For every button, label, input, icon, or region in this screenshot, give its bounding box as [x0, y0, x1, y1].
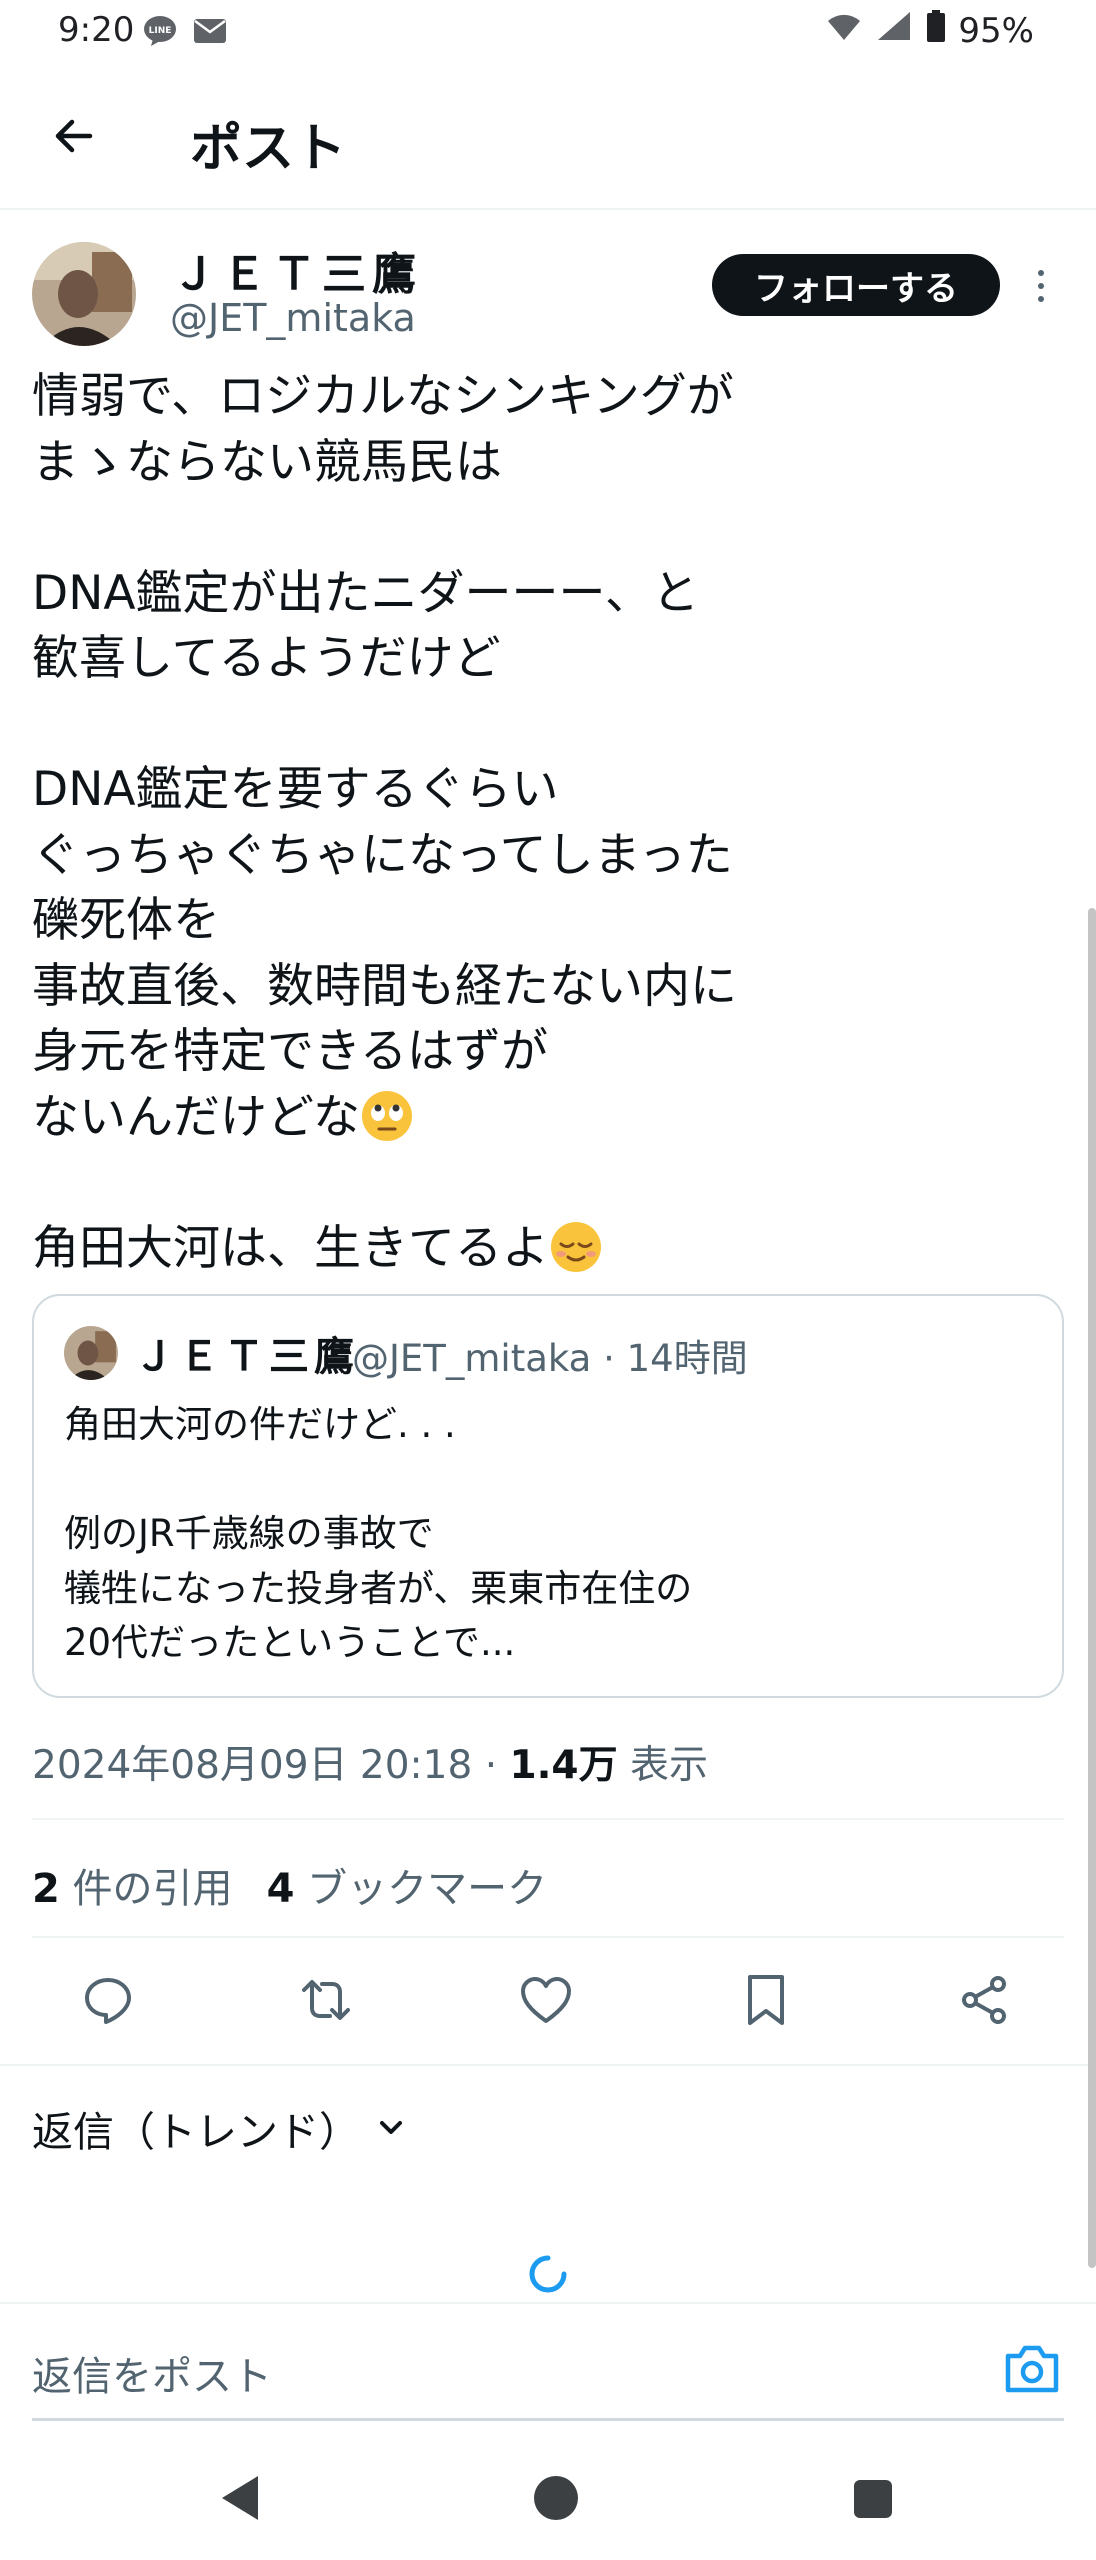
share-icon: [962, 1976, 1006, 2024]
divider: [0, 2064, 1096, 2066]
nav-back-icon[interactable]: [216, 2472, 264, 2524]
quote-handle-time: @JET_mitaka · 14時間: [352, 1337, 748, 1380]
nav-recents-icon[interactable]: [854, 2480, 892, 2518]
quoted-post[interactable]: ＪＥＴ三鷹 @JET_mitaka · 14時間 角田大河の件だけど. . . …: [32, 1294, 1064, 1698]
reply-button[interactable]: [78, 1970, 138, 2030]
author-display-name[interactable]: ＪＥＴ三鷹: [172, 238, 422, 302]
battery-percent: 95%: [958, 10, 1034, 51]
status-bar: 9:20 LINE 95%: [0, 0, 1096, 66]
like-icon: [521, 1977, 571, 2023]
views-label: 表示: [617, 1743, 708, 1788]
reply-sort-label: 返信（トレンド）: [32, 2108, 360, 2156]
reply-icon: [85, 1978, 131, 2024]
page-title: ポスト: [190, 119, 347, 179]
scrollbar[interactable]: [1088, 908, 1096, 2268]
post-text-tail: 角田大河は、生きてるよ: [32, 1220, 549, 1276]
face-with-rolling-eyes-emoji: [362, 1090, 413, 1141]
quote-avatar: [64, 1326, 118, 1380]
nav-home-icon[interactable]: [534, 2476, 578, 2520]
share-button[interactable]: [954, 1970, 1014, 2030]
battery-icon: [926, 10, 946, 51]
like-button[interactable]: [516, 1970, 576, 2030]
quote-text: 角田大河の件だけど. . . 例のJR千歳線の事故で 犠牲になった投身者が、栗東…: [64, 1403, 693, 1664]
line-notification-icon: LINE: [142, 14, 178, 48]
follow-button[interactable]: フォローする: [712, 254, 1000, 316]
arrow-left-icon: [55, 119, 93, 153]
top-app-bar: ポスト: [0, 66, 1096, 210]
post-timestamp: 2024年08月09日 20:18 ·: [32, 1743, 510, 1788]
author-handle[interactable]: @JET_mitaka: [170, 296, 416, 340]
post-text-main: 情弱で、ロジカルなシンキングが まゝならない競馬民は DNA鑑定が出たニダーーー…: [32, 369, 737, 1145]
wifi-icon: [826, 11, 862, 51]
signal-icon: [874, 10, 914, 51]
repost-button[interactable]: [296, 1970, 356, 2030]
divider: [32, 1936, 1064, 1938]
reply-input-underline: [32, 2418, 1064, 2421]
post-timestamp-views: 2024年08月09日 20:18 · 1.4万 表示: [32, 1734, 708, 1790]
quotes-stat[interactable]: 2 件の引用: [32, 1856, 233, 1914]
repost-icon: [302, 1980, 350, 2020]
divider: [0, 2302, 1096, 2304]
bookmarks-stat[interactable]: 4 ブックマーク: [267, 1856, 548, 1914]
relieved-face-emoji: [551, 1221, 601, 1272]
engagement-stats: 2 件の引用 4 ブックマーク: [32, 1856, 547, 1914]
post-body: 情弱で、ロジカルなシンキングが まゝならない競馬民は DNA鑑定が出たニダーーー…: [32, 364, 1032, 1281]
camera-icon[interactable]: [1002, 2340, 1062, 2396]
reply-input[interactable]: 返信をポスト: [32, 2344, 272, 2402]
bookmark-icon: [748, 1975, 784, 2025]
svg-text:LINE: LINE: [149, 26, 172, 36]
quote-display-name: ＪＥＴ三鷹: [134, 1334, 359, 1380]
more-options-button[interactable]: [1026, 258, 1056, 314]
divider: [32, 1818, 1064, 1820]
avatar[interactable]: [32, 242, 136, 346]
loading-spinner-icon: [529, 2255, 567, 2293]
mail-notification-icon: [192, 14, 228, 48]
bookmark-button[interactable]: [736, 1970, 796, 2030]
status-time: 9:20: [58, 10, 135, 50]
system-status: 95%: [826, 10, 1034, 51]
reply-sort-dropdown[interactable]: 返信（トレンド）: [32, 2098, 406, 2158]
views-count: 1.4万: [509, 1743, 618, 1788]
more-dots-icon: [1038, 270, 1044, 276]
chevron-down-icon: [380, 2121, 402, 2134]
notification-icons: LINE: [142, 14, 228, 48]
back-button[interactable]: [46, 108, 102, 164]
